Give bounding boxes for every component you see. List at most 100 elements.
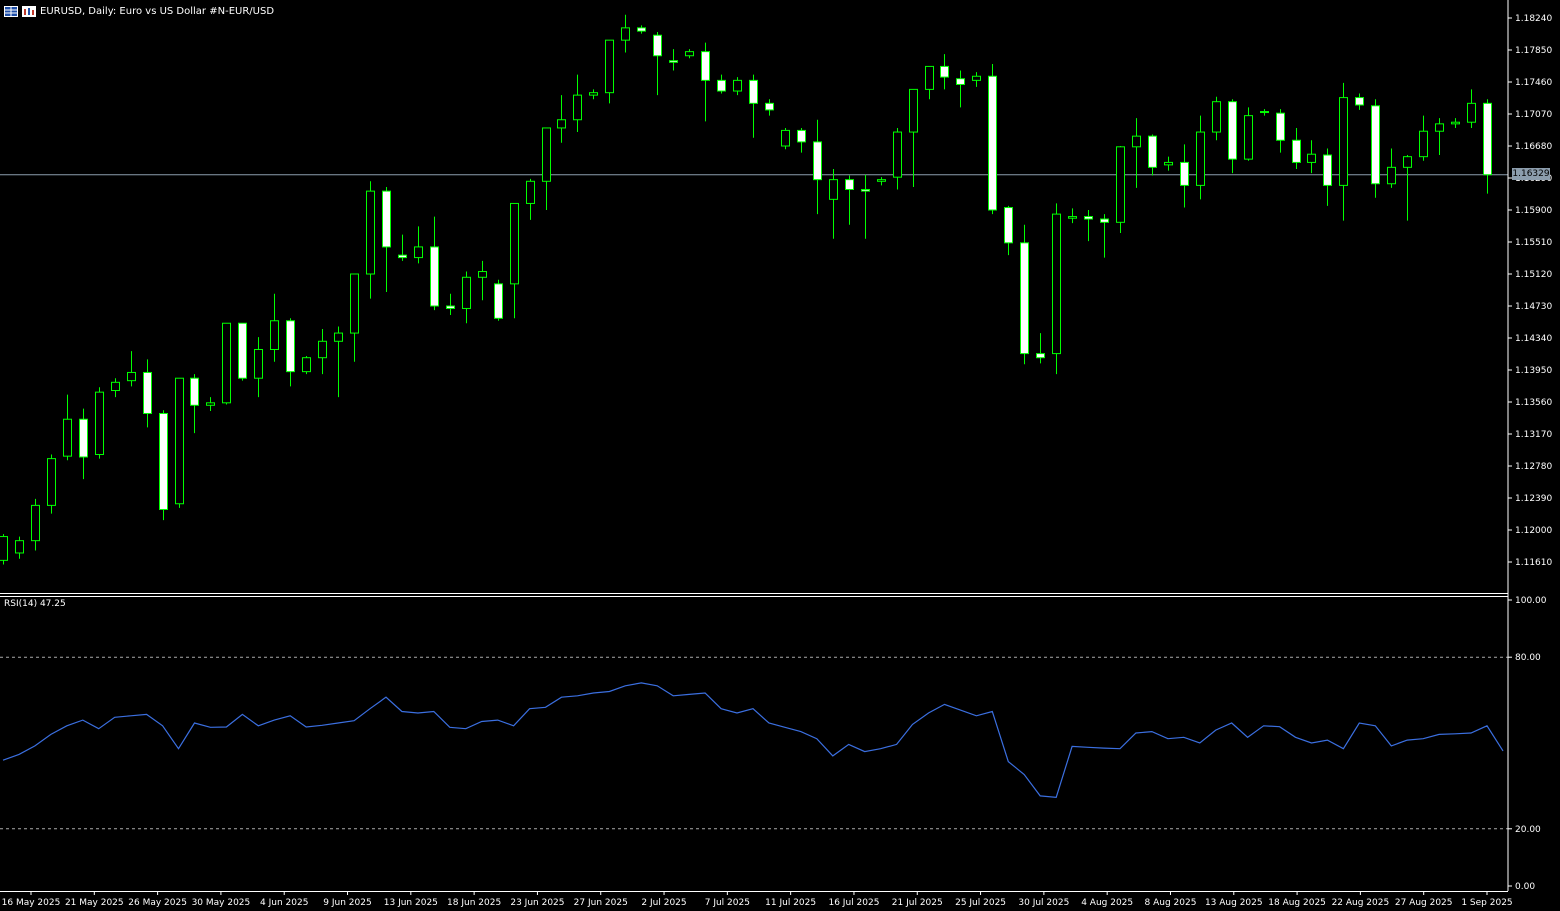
candle-body (222, 322, 231, 404)
candle (733, 77, 742, 96)
candle-body (972, 75, 981, 81)
chart-area[interactable]: 1.182401.178501.174601.170701.166801.162… (0, 0, 1560, 911)
candle (893, 127, 902, 190)
candle-body (988, 75, 997, 211)
candle-body (1292, 139, 1301, 163)
candle-body (1196, 131, 1205, 186)
candle-body (940, 65, 949, 78)
candle (1276, 109, 1285, 153)
candle-body (462, 276, 471, 309)
candle-body (478, 271, 487, 278)
candle (1339, 82, 1348, 221)
candle (717, 74, 726, 94)
current-price-tag: 1.16329 (1512, 168, 1550, 180)
candle-body (1276, 112, 1285, 141)
candle-body (318, 340, 327, 359)
price-tick-label: 1.11610 (1515, 558, 1552, 568)
candle (557, 95, 566, 143)
candle-body (510, 202, 519, 285)
time-tick-label: 21 Jul 2025 (892, 898, 943, 908)
candle (1387, 148, 1396, 188)
candle-body (1244, 115, 1253, 160)
price-tick-label: 1.15900 (1515, 206, 1552, 216)
candle (877, 177, 886, 186)
time-tick-label: 1 Sep 2025 (1461, 898, 1512, 908)
candle-body (925, 65, 934, 90)
candle (669, 49, 678, 71)
candle-body (238, 322, 247, 379)
candle (0, 534, 8, 565)
candle (175, 377, 184, 508)
candle-body (1483, 102, 1492, 176)
candle (1483, 99, 1492, 194)
candle-body (685, 51, 694, 57)
candle-body (414, 246, 423, 259)
candle (366, 181, 375, 299)
candle-body (398, 254, 407, 259)
chart-title: EURUSD, Daily: Euro vs US Dollar #N-EUR/… (40, 5, 275, 17)
price-tick-label: 1.12780 (1515, 462, 1552, 472)
candle-body (1307, 153, 1316, 163)
price-tick-label: 1.13560 (1515, 398, 1552, 408)
price-pane[interactable] (0, 14, 1508, 565)
candle-body (1419, 130, 1428, 158)
candle (1212, 96, 1221, 141)
candle-body (893, 131, 902, 178)
candle-body (1339, 97, 1348, 186)
price-tick-label: 1.15120 (1515, 270, 1552, 280)
price-tick-label: 1.17850 (1515, 46, 1552, 56)
candle (286, 318, 295, 387)
symbol-grid-icon[interactable] (4, 5, 18, 17)
time-tick-label: 21 May 2025 (65, 898, 124, 908)
candle (1052, 203, 1061, 375)
candle-body (542, 127, 551, 182)
candle (1180, 144, 1189, 208)
candle (573, 74, 582, 133)
candle-body (637, 27, 646, 32)
candle-body (909, 88, 918, 133)
candle-body (446, 305, 455, 309)
candle (159, 410, 168, 521)
rsi-tick-label: 20.00 (1515, 825, 1541, 835)
candle (1004, 205, 1013, 256)
candle (510, 202, 519, 319)
candle (909, 88, 918, 188)
price-tick-label: 1.17460 (1515, 78, 1552, 88)
candle-body (701, 51, 710, 81)
price-tick-label: 1.13950 (1515, 366, 1552, 376)
price-tick-label: 1.12390 (1515, 494, 1552, 504)
time-tick-label: 11 Jul 2025 (765, 898, 816, 908)
candle-body (286, 320, 295, 373)
candle (829, 168, 838, 239)
time-tick-label: 9 Jun 2025 (323, 898, 371, 908)
candle (542, 127, 551, 210)
candle-body (829, 179, 838, 200)
price-tick-label: 1.15510 (1515, 238, 1552, 248)
candle (270, 293, 279, 362)
candle (302, 356, 311, 375)
time-tick-label: 16 May 2025 (2, 898, 61, 908)
candle (1084, 210, 1093, 242)
candle (1419, 115, 1428, 161)
chart-type-icon[interactable] (22, 5, 36, 17)
candle (1100, 214, 1109, 258)
candle-body (430, 246, 439, 307)
candle-body (63, 418, 72, 457)
candle-body (765, 102, 774, 111)
candle-body (1451, 121, 1460, 125)
time-tick-label: 8 Aug 2025 (1145, 898, 1197, 908)
candle-body (175, 377, 184, 505)
rsi-tick-label: 100.00 (1515, 596, 1547, 606)
time-tick-label: 27 Jun 2025 (574, 898, 628, 908)
candle (446, 293, 455, 316)
candle-body (1260, 111, 1269, 114)
candle-body (653, 34, 662, 57)
candle-body (1020, 242, 1029, 355)
time-tick-label: 13 Aug 2025 (1205, 898, 1263, 908)
candle (254, 337, 263, 398)
candle (1355, 93, 1364, 110)
rsi-pane[interactable] (0, 656, 1508, 830)
candle-body (1148, 135, 1157, 168)
candle-body (1387, 166, 1396, 185)
candle-body (781, 129, 790, 147)
